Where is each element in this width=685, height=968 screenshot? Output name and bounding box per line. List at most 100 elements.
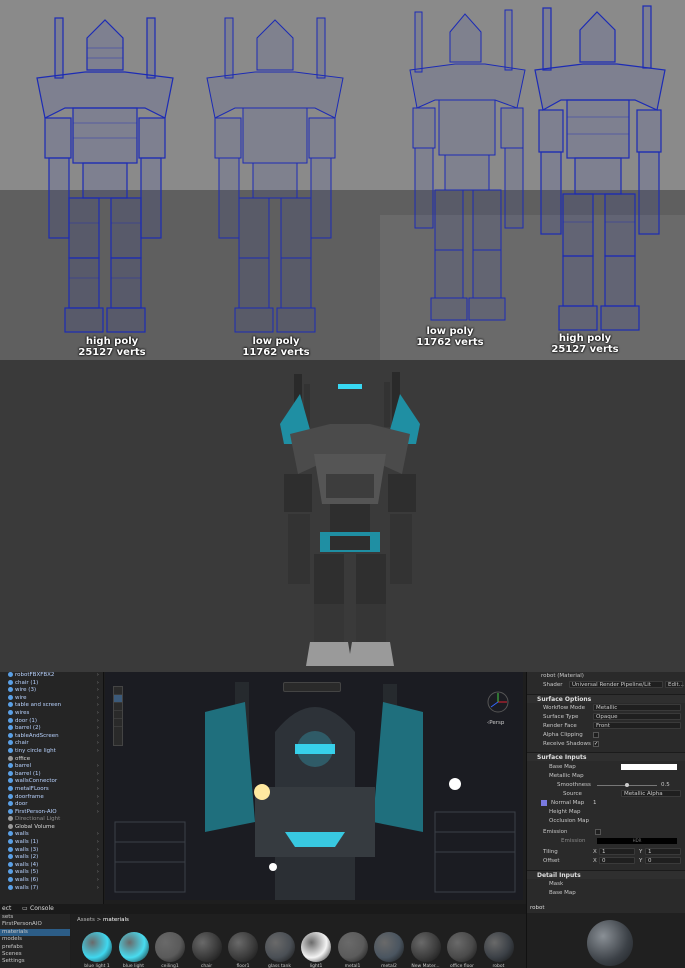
normal-map-value[interactable]: 1 <box>593 799 597 807</box>
hierarchy-item[interactable]: chair › <box>0 740 103 748</box>
alpha-clipping-checkbox[interactable] <box>593 732 599 738</box>
expand-arrow-icon[interactable]: › <box>97 710 99 718</box>
expand-arrow-icon[interactable]: › <box>97 847 99 855</box>
preview-sphere[interactable] <box>587 920 633 966</box>
hierarchy-item[interactable]: doorframe › <box>0 793 103 802</box>
expand-arrow-icon[interactable]: › <box>97 702 99 710</box>
hierarchy-item[interactable]: wire (3) › <box>0 687 103 695</box>
hierarchy-item[interactable]: walls (7) › <box>0 884 103 893</box>
hierarchy-item[interactable]: walls (4) › <box>0 861 103 870</box>
hand-tool-icon[interactable] <box>114 687 122 695</box>
scene-overlay-toolbar[interactable] <box>283 682 341 692</box>
material-tile[interactable]: robot <box>479 932 519 968</box>
surface-inputs-foldout[interactable]: Surface Inputs <box>527 752 685 761</box>
expand-arrow-icon[interactable]: › <box>97 680 99 688</box>
expand-arrow-icon[interactable]: › <box>97 794 99 802</box>
hierarchy-item[interactable]: walls (2) › <box>0 854 103 862</box>
surface-type-dropdown[interactable]: Opaque <box>593 713 681 720</box>
folder-item-selected[interactable]: materials <box>0 928 70 937</box>
folder-item[interactable]: models <box>0 936 70 943</box>
material-tile[interactable]: New Mater... <box>406 932 446 968</box>
material-tile[interactable]: blue light 1 <box>77 932 117 968</box>
offset-x-field[interactable]: 0 <box>599 857 635 864</box>
expand-arrow-icon[interactable]: › <box>97 839 99 847</box>
hierarchy-item[interactable]: wallsConnector › <box>0 778 103 786</box>
expand-arrow-icon[interactable]: › <box>97 695 99 703</box>
hierarchy-item[interactable]: barrel › <box>0 763 103 771</box>
hierarchy-item[interactable]: chair (1) › <box>0 679 103 688</box>
hierarchy-item[interactable]: wires › <box>0 709 103 718</box>
material-tile[interactable]: metal2 <box>369 932 409 968</box>
smoothness-slider-handle[interactable] <box>625 783 629 787</box>
breadcrumb-current[interactable]: materials <box>103 917 129 923</box>
normal-map-swatch[interactable] <box>541 800 547 806</box>
transform-tool-icon[interactable] <box>114 727 122 735</box>
rotate-tool-icon[interactable] <box>114 703 122 711</box>
expand-arrow-icon[interactable]: › <box>97 831 99 839</box>
tab-console[interactable]: Console <box>30 904 54 914</box>
expand-arrow-icon[interactable]: › <box>97 718 99 726</box>
hierarchy-item[interactable]: wire › <box>0 694 103 703</box>
hierarchy-item[interactable]: door (1) › <box>0 717 103 726</box>
scene-view[interactable]: ‹Persp <box>105 672 523 900</box>
base-map-color[interactable] <box>621 764 677 770</box>
move-tool-icon[interactable] <box>114 695 122 703</box>
folder-item[interactable]: FirstPersonAIO <box>0 921 70 928</box>
hierarchy-item[interactable]: Directional Light <box>0 816 103 824</box>
material-tile[interactable]: blue light <box>114 932 154 968</box>
material-tile[interactable]: ceiling1 <box>150 932 190 968</box>
hierarchy-item[interactable]: Global Volume <box>0 823 103 832</box>
hierarchy-item[interactable]: walls › <box>0 831 103 839</box>
expand-arrow-icon[interactable]: › <box>97 809 99 817</box>
surface-options-foldout[interactable]: Surface Options <box>527 694 685 703</box>
offset-y-field[interactable]: 0 <box>645 857 681 864</box>
smoothness-value[interactable]: 0.5 <box>661 781 670 789</box>
scene-tools-toolbar[interactable] <box>113 686 123 746</box>
hierarchy-item[interactable]: FirstPerson-AIO › <box>0 808 103 817</box>
expand-arrow-icon[interactable]: › <box>97 672 99 680</box>
expand-arrow-icon[interactable]: › <box>97 862 99 870</box>
expand-arrow-icon[interactable]: › <box>97 877 99 885</box>
hierarchy-item[interactable]: walls (3) › <box>0 846 103 855</box>
workflow-mode-dropdown[interactable]: Metallic <box>593 704 681 711</box>
material-tile[interactable]: glass tank <box>260 932 300 968</box>
hierarchy-item[interactable]: office <box>0 755 103 764</box>
shader-edit-button[interactable]: Edit... <box>665 681 684 688</box>
tiling-x-field[interactable]: 1 <box>599 848 635 855</box>
tiling-y-field[interactable]: 1 <box>645 848 681 855</box>
folder-item[interactable]: Scenes <box>0 951 70 958</box>
scale-tool-icon[interactable] <box>114 711 122 719</box>
expand-arrow-icon[interactable]: › <box>97 801 99 809</box>
expand-arrow-icon[interactable]: › <box>97 748 99 756</box>
hierarchy-item[interactable]: walls (6) › <box>0 877 103 885</box>
receive-shadows-checkbox[interactable]: ✓ <box>593 741 599 747</box>
emission-color[interactable]: HDR <box>597 838 677 844</box>
hierarchy-item[interactable]: tableAndScreen › <box>0 732 103 741</box>
expand-arrow-icon[interactable]: › <box>97 869 99 877</box>
material-tile[interactable]: chair <box>187 932 227 968</box>
expand-arrow-icon[interactable]: › <box>97 763 99 771</box>
hierarchy-item[interactable]: tiny circle light › <box>0 747 103 756</box>
material-tile[interactable]: light1 <box>296 932 336 968</box>
expand-arrow-icon[interactable]: › <box>97 725 99 733</box>
breadcrumb-root[interactable]: Assets <box>77 917 95 923</box>
hierarchy-item[interactable]: robotFBXFBX2 › <box>0 672 103 680</box>
expand-arrow-icon[interactable]: › <box>97 687 99 695</box>
shader-dropdown[interactable]: Universal Render Pipeline/Lit <box>569 681 663 688</box>
material-tile[interactable]: metal1 <box>333 932 373 968</box>
persp-label[interactable]: ‹Persp <box>487 720 504 726</box>
hierarchy-item[interactable]: barrel (2) › <box>0 725 103 733</box>
expand-arrow-icon[interactable]: › <box>97 740 99 748</box>
folder-item[interactable]: sets <box>0 914 70 921</box>
material-tile[interactable]: office floor <box>442 932 482 968</box>
expand-arrow-icon[interactable]: › <box>97 733 99 741</box>
emission-checkbox[interactable] <box>595 829 601 835</box>
hierarchy-item[interactable]: table and screen › <box>0 702 103 710</box>
rect-tool-icon[interactable] <box>114 719 122 727</box>
expand-arrow-icon[interactable]: › <box>97 778 99 786</box>
expand-arrow-icon[interactable]: › <box>97 786 99 794</box>
expand-arrow-icon[interactable]: › <box>97 885 99 893</box>
hierarchy-item[interactable]: walls (1) › <box>0 839 103 847</box>
folder-item[interactable]: prefabs <box>0 944 70 951</box>
detail-inputs-foldout[interactable]: Detail Inputs <box>527 870 685 879</box>
